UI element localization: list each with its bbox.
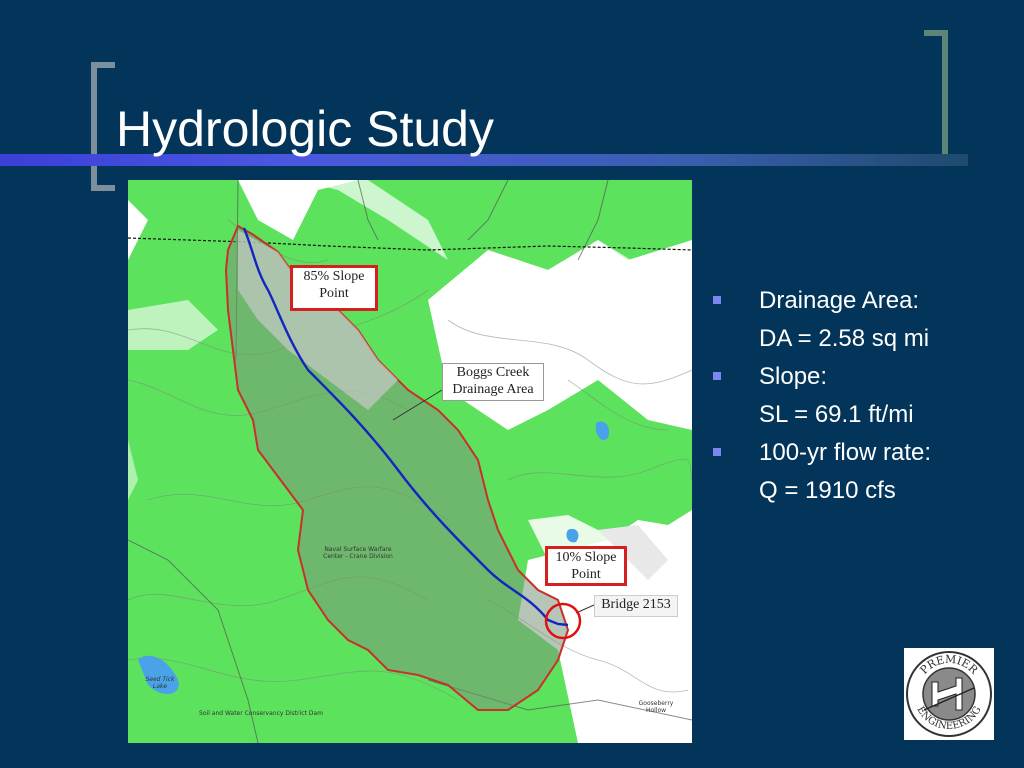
slope-85-callout: 85% Slope Point — [290, 265, 378, 311]
boggs-creek-callout: Boggs Creek Drainage Area — [442, 363, 544, 401]
slope-10-line1: 10% Slope — [555, 550, 617, 565]
drainage-area-value: DA = 2.58 sq mi — [759, 325, 930, 352]
stat-drainage-label-row: Drainage Area: — [712, 282, 1012, 320]
slope-10-callout: 10% Slope Point — [545, 546, 627, 586]
slide-title: Hydrologic Study — [116, 101, 494, 157]
slope-85-line2: Point — [319, 286, 349, 301]
right-bracket-decoration — [924, 30, 948, 162]
seed-tick-line2: Lake — [152, 683, 168, 690]
slope-value: SL = 69.1 ft/mi — [759, 401, 914, 428]
map-graphic — [128, 180, 692, 743]
slope-label: Slope: — [759, 363, 828, 390]
gooseberry-line1: Gooseberry — [638, 700, 674, 707]
gooseberry-line2: Hollow — [645, 707, 667, 714]
stat-flow-label-row: 100-yr flow rate: — [712, 434, 1012, 472]
flow-rate-label: 100-yr flow rate: — [759, 439, 932, 466]
boggs-line1: Boggs Creek — [456, 365, 530, 380]
flow-rate-value: Q = 1910 cfs — [759, 477, 896, 504]
boggs-line2: Drainage Area — [452, 382, 534, 397]
premier-engineering-seal-icon: PREMIER ENGINEERING — [906, 651, 992, 737]
bullet-square-icon — [713, 448, 721, 456]
seed-tick-line1: Seed Tick — [145, 676, 175, 683]
left-bracket-decoration — [91, 62, 115, 191]
drainage-area-label: Drainage Area: — [759, 287, 920, 314]
stat-drainage-value-row: DA = 2.58 sq mi — [712, 320, 1012, 358]
stat-flow-value-row: Q = 1910 cfs — [712, 472, 1012, 510]
stat-slope-label-row: Slope: — [712, 358, 1012, 396]
seed-tick-lake-label: Seed Tick Lake — [140, 676, 180, 690]
bullet-square-icon — [713, 296, 721, 304]
slope-10-line2: Point — [571, 567, 601, 582]
topographic-map: 85% Slope Point 10% Slope Point Boggs Cr… — [128, 180, 692, 743]
naval-line1: Naval Surface Warfare — [324, 546, 392, 553]
dam-label: Soil and Water Conservancy District Dam — [199, 710, 323, 717]
stat-slope-value-row: SL = 69.1 ft/mi — [712, 396, 1012, 434]
bridge-callout: Bridge 2153 — [594, 595, 678, 617]
gooseberry-label: Gooseberry Hollow — [634, 700, 678, 714]
premier-engineering-logo: PREMIER ENGINEERING — [904, 648, 994, 740]
stats-list: Drainage Area: DA = 2.58 sq mi Slope: SL… — [712, 282, 1012, 510]
naval-line2: Center - Crane Division — [323, 553, 393, 560]
naval-label: Naval Surface Warfare Center - Crane Div… — [318, 546, 398, 560]
slope-85-line1: 85% Slope — [303, 269, 365, 284]
bullet-square-icon — [713, 372, 721, 380]
